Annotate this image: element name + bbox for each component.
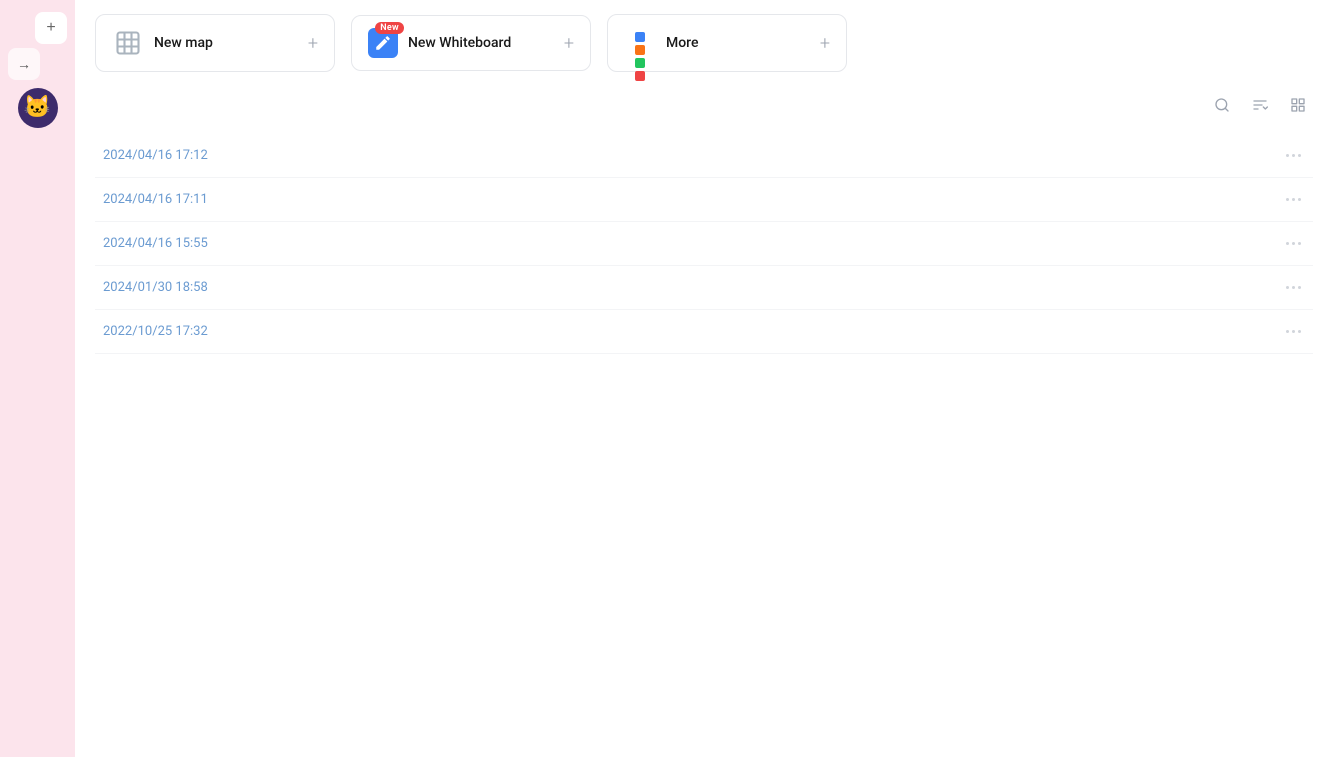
list-item[interactable]: 2024/04/16 15:55 <box>95 222 1313 266</box>
list-item-more-3[interactable] <box>1282 282 1305 293</box>
new-whiteboard-plus[interactable]: + <box>564 33 574 54</box>
list-item-more-1[interactable] <box>1282 194 1305 205</box>
list-item-date-0: 2024/04/16 17:12 <box>103 148 208 163</box>
more-card[interactable]: More + <box>607 14 847 72</box>
main-content: New map + New New Whiteboard + <box>75 0 1333 757</box>
list-item-date-3: 2024/01/30 18:58 <box>103 280 208 295</box>
sidebar: + → 🐱 <box>0 0 75 757</box>
avatar[interactable]: 🐱 <box>18 88 58 128</box>
view-button[interactable] <box>1283 90 1313 120</box>
more-plus[interactable]: + <box>820 33 830 54</box>
toolbar <box>75 86 1333 124</box>
new-badge: New <box>375 22 404 34</box>
search-button[interactable] <box>1207 90 1237 120</box>
list-item[interactable]: 2024/04/16 17:11 <box>95 178 1313 222</box>
new-whiteboard-card[interactable]: New New Whiteboard + <box>351 15 591 71</box>
sort-button[interactable] <box>1245 90 1275 120</box>
map-icon <box>112 27 144 59</box>
more-icon <box>624 27 656 59</box>
list-item-date-1: 2024/04/16 17:11 <box>103 192 208 207</box>
list-area: 2024/04/16 17:12 2024/04/16 17:11 2024/0… <box>75 124 1333 757</box>
list-item[interactable]: 2024/01/30 18:58 <box>95 266 1313 310</box>
whiteboard-icon-wrapper: New <box>368 28 398 58</box>
more-label: More <box>666 35 699 51</box>
list-item-more-2[interactable] <box>1282 238 1305 249</box>
new-map-label: New map <box>154 35 213 51</box>
list-item-more-4[interactable] <box>1282 326 1305 337</box>
list-item-date-4: 2022/10/25 17:32 <box>103 324 208 339</box>
new-map-plus[interactable]: + <box>308 33 318 54</box>
sidebar-collapse-button[interactable]: → <box>8 48 40 80</box>
cards-area: New map + New New Whiteboard + <box>75 0 1333 86</box>
avatar-emoji: 🐱 <box>24 97 51 119</box>
list-item[interactable]: 2024/04/16 17:12 <box>95 134 1313 178</box>
list-item[interactable]: 2022/10/25 17:32 <box>95 310 1313 354</box>
list-item-more-0[interactable] <box>1282 150 1305 161</box>
sidebar-plus-button[interactable]: + <box>35 12 67 44</box>
list-item-date-2: 2024/04/16 15:55 <box>103 236 208 251</box>
new-whiteboard-label: New Whiteboard <box>408 35 511 51</box>
new-map-card[interactable]: New map + <box>95 14 335 72</box>
